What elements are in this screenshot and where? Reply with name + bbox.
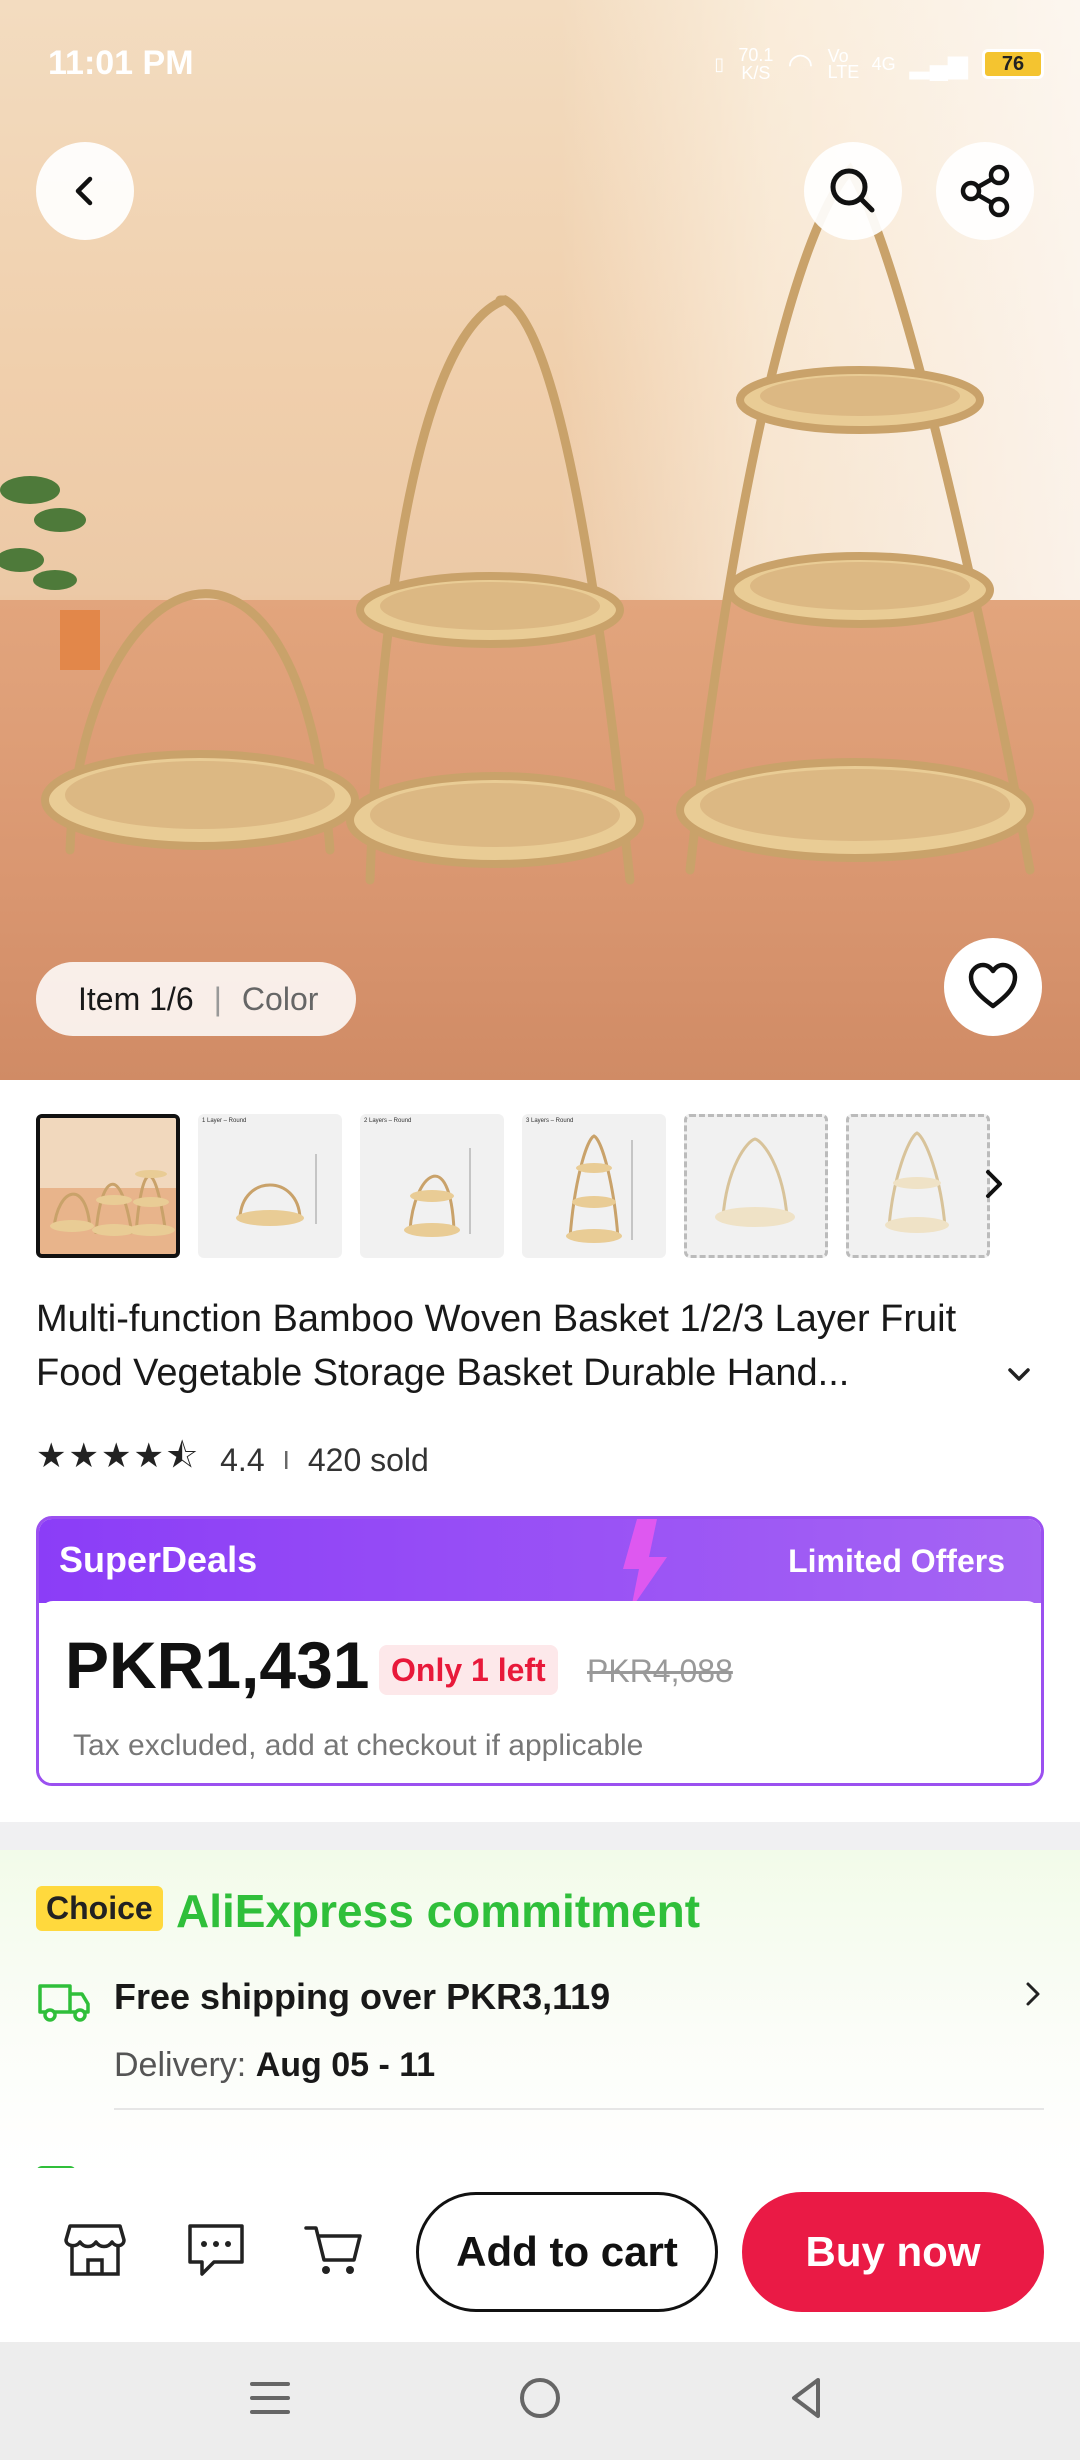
nav-menu-button[interactable] [246, 2370, 294, 2431]
sale-price: PKR1,431 [65, 1628, 370, 1702]
thumbnail-4[interactable]: 3 Layers – Round [522, 1114, 666, 1258]
commitment-section: Choice AliExpress commitment Free shippi… [0, 1850, 1080, 2186]
battery-level: 76 [982, 49, 1044, 79]
wifi-icon: ◠ [787, 47, 814, 81]
chevron-right-icon [986, 1170, 1002, 1198]
back-triangle-icon [792, 2378, 820, 2418]
share-icon [960, 164, 1010, 218]
shipping-details-button[interactable] [1022, 1978, 1044, 2018]
thumbnail-next-button[interactable] [980, 1164, 1010, 1214]
cart-button[interactable] [302, 2220, 366, 2285]
status-icons: ▯ 70.1 K/S ◠ Vo LTE 4G ▂▄▆ 76 [714, 46, 1044, 82]
tax-note: Tax excluded, add at checkout if applica… [73, 1729, 644, 1762]
status-bar: 11:01 PM ▯ 70.1 K/S ◠ Vo LTE 4G ▂▄▆ 76 [0, 0, 1080, 130]
thumbnail-baskets-image [40, 1118, 176, 1236]
thumbnail-caption: 1 Layer – Round [202, 1118, 247, 1124]
superdeals-price-panel: PKR1,431 Only 1 left PKR4,088 Tax exclud… [39, 1601, 1041, 1783]
delivery-estimate: Delivery: Aug 05 - 11 [114, 2046, 435, 2085]
thumbnail-caption: 2 Layers – Round [364, 1118, 412, 1124]
superdeals-brand: SuperDeals [59, 1539, 258, 1580]
status-time: 11:01 PM [48, 44, 194, 82]
thumbnail-1[interactable] [36, 1114, 180, 1258]
home-icon [520, 2378, 560, 2418]
volte-label: Vo LTE [827, 46, 860, 82]
system-nav-bar [0, 2342, 1080, 2460]
thumbnail-3[interactable]: 2 Layers – Round [360, 1114, 504, 1258]
product-title[interactable]: Multi-function Bamboo Woven Basket 1/2/3… [36, 1292, 1036, 1400]
pill-separator: | [213, 980, 222, 1017]
nav-back-button[interactable] [782, 2370, 830, 2431]
original-price: PKR4,088 [587, 1653, 733, 1689]
search-icon [830, 168, 875, 213]
basket-sketch-image [885, 1131, 949, 1233]
gallery-item-indicator[interactable]: Item 1/6 | Color [36, 962, 357, 1036]
thumbnail-strip: 1 Layer – Round 2 Layers – Round 3 Layer… [36, 1114, 990, 1258]
product-image[interactable] [0, 0, 1080, 1080]
bottom-action-bar: Add to cart Buy now [0, 2168, 1080, 2342]
variant-label: Color [241, 980, 319, 1017]
wishlist-button[interactable] [944, 938, 1042, 1036]
two-layer-basket-image [404, 1148, 471, 1237]
item-counter: Item 1/6 [78, 980, 194, 1017]
cart-icon [304, 2226, 362, 2274]
thumbnail-caption: 3 Layers – Round [526, 1118, 574, 1124]
superdeals-header: SuperDeals Limited Offers [39, 1519, 1041, 1609]
nav-home-button[interactable] [514, 2370, 566, 2431]
network-type: 4G [871, 53, 896, 74]
bamboo-baskets-illustration [0, 162, 1035, 885]
thumbnail-6[interactable] [846, 1114, 990, 1258]
shipping-divider [114, 2108, 1044, 2110]
chevron-right-icon [1026, 1982, 1040, 2006]
three-layer-basket-image [566, 1134, 633, 1243]
chat-icon [188, 2224, 244, 2276]
store-button[interactable] [62, 2220, 128, 2285]
search-button[interactable] [804, 142, 902, 240]
chat-button[interactable] [184, 2220, 248, 2285]
choice-badge: Choice [36, 1886, 163, 1931]
section-divider [0, 1822, 1080, 1850]
thumbnail-5[interactable] [684, 1114, 828, 1258]
lightning-icon [623, 1519, 667, 1609]
superdeals-card[interactable]: SuperDeals Limited Offers PKR1,431 Only … [36, 1516, 1044, 1786]
rating-value: 4.4 [220, 1442, 265, 1478]
delivery-dates: Aug 05 - 11 [255, 2046, 436, 2084]
rating-divider: I [282, 1445, 290, 1475]
commitment-title: AliExpress commitment [176, 1885, 701, 1937]
rating-row[interactable]: ★★★★⯪ 4.4 I 420 sold [36, 1432, 429, 1489]
limited-offers-label: Limited Offers [788, 1543, 1005, 1579]
delivery-label: Delivery: [114, 2046, 247, 2084]
net-speed: 70.1 K/S [738, 46, 773, 82]
share-button[interactable] [936, 142, 1034, 240]
signal-icon: ▂▄▆ [909, 48, 968, 79]
chevron-down-icon [1008, 1368, 1030, 1381]
thumbnail-2[interactable]: 1 Layer – Round [198, 1114, 342, 1258]
sold-count: 420 sold [307, 1442, 429, 1478]
back-button[interactable] [36, 142, 134, 240]
one-layer-basket-image [236, 1154, 317, 1226]
free-shipping-title[interactable]: Free shipping over PKR3,119 [114, 1976, 610, 2018]
buy-now-button[interactable]: Buy now [742, 2192, 1044, 2312]
add-to-cart-button[interactable]: Add to cart [416, 2192, 718, 2312]
expand-title-button[interactable] [1004, 1360, 1034, 1395]
store-icon [64, 2224, 126, 2276]
basket-sketch-image [715, 1137, 795, 1227]
menu-icon [250, 2382, 290, 2414]
stock-badge: Only 1 left [379, 1645, 558, 1695]
truck-icon [38, 1984, 90, 2022]
net-speed-value: 70.1 [738, 45, 774, 65]
net-speed-unit: K/S [741, 63, 771, 83]
chevron-left-icon [75, 176, 93, 206]
heart-icon [968, 962, 1018, 1009]
vibrate-icon: ▯ [714, 53, 725, 74]
star-rating-icon: ★★★★⯪ [36, 1437, 201, 1475]
